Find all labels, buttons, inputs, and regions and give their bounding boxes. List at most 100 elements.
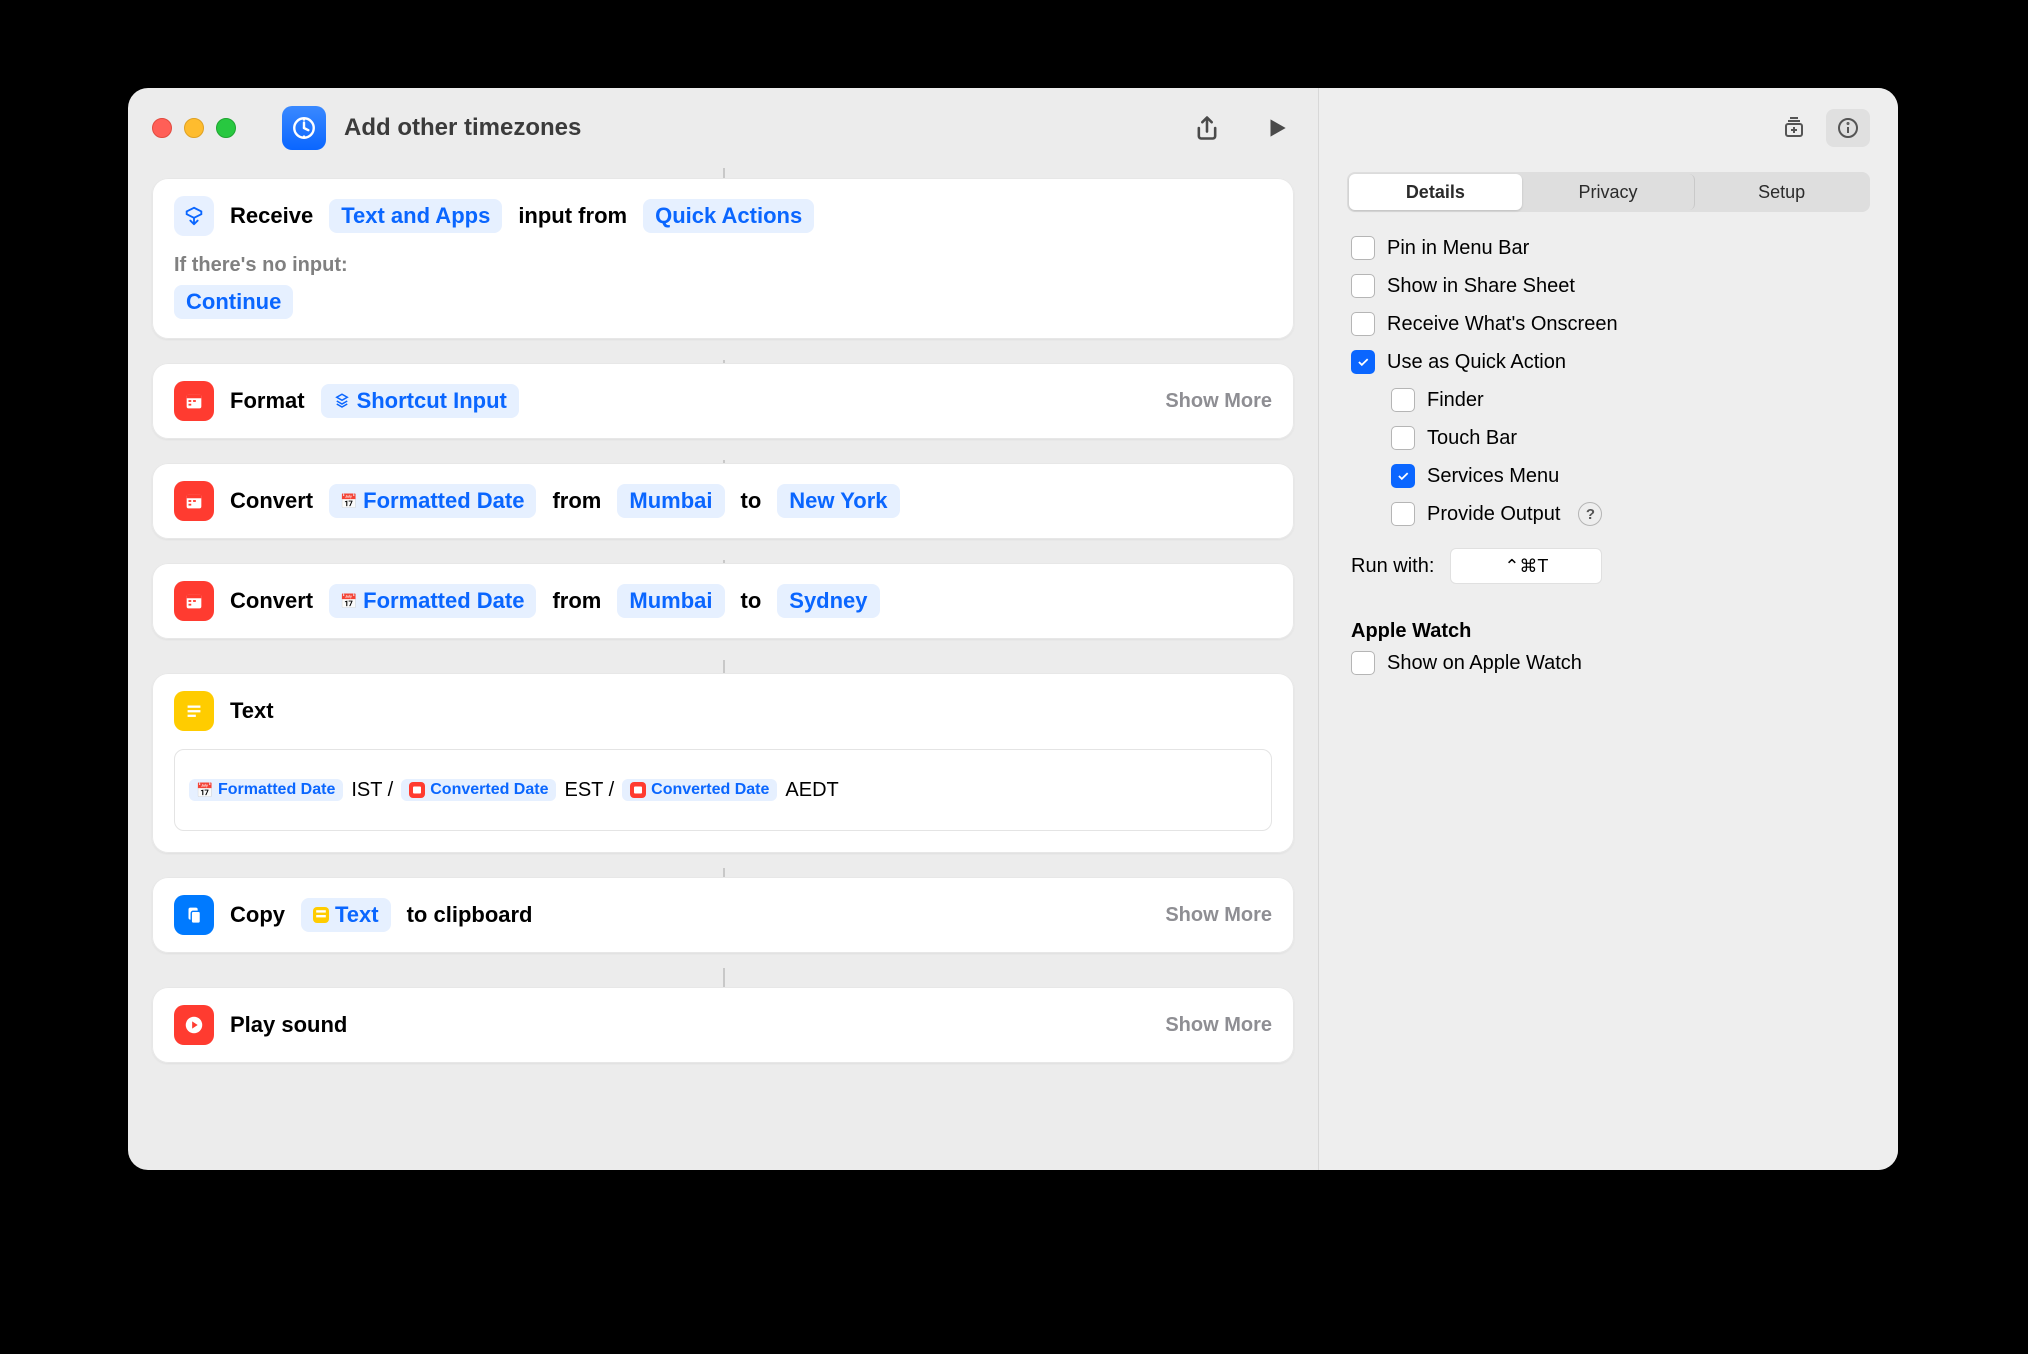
minimize-window-button[interactable]	[184, 118, 204, 138]
checkbox[interactable]	[1351, 274, 1375, 298]
inspector-pane: Details Privacy Setup Pin in Menu Bar Sh…	[1319, 88, 1898, 1170]
receive-verb: Receive	[230, 203, 313, 229]
checkbox[interactable]	[1351, 312, 1375, 336]
option-label: Receive What's Onscreen	[1387, 313, 1618, 336]
tab-privacy[interactable]: Privacy	[1522, 174, 1696, 210]
from-label: from	[552, 588, 601, 614]
zoom-window-button[interactable]	[216, 118, 236, 138]
show-more-link[interactable]: Show More	[1165, 390, 1272, 413]
option-label: Pin in Menu Bar	[1387, 237, 1529, 260]
receive-action-card[interactable]: Receive Text and Apps input from Quick A…	[152, 178, 1294, 339]
receive-mid-label: input from	[518, 203, 627, 229]
close-window-button[interactable]	[152, 118, 172, 138]
checkbox[interactable]	[1351, 350, 1375, 374]
copy-input-token[interactable]: Text	[301, 898, 391, 932]
run-with-label: Run with:	[1351, 555, 1434, 578]
option-touchbar[interactable]: Touch Bar	[1351, 426, 1866, 450]
text-action-card[interactable]: Text 📅 Formatted Date IST / Converted Da…	[152, 673, 1294, 853]
noinput-action-token[interactable]: Continue	[174, 285, 293, 319]
checkbox[interactable]	[1351, 651, 1375, 675]
receive-source-token[interactable]: Quick Actions	[643, 199, 814, 233]
library-button[interactable]	[1772, 109, 1816, 147]
format-input-token[interactable]: Shortcut Input	[321, 384, 519, 418]
option-label: Use as Quick Action	[1387, 351, 1566, 374]
apple-watch-section-header: Apple Watch	[1319, 592, 1898, 651]
toolbar-right	[1190, 111, 1294, 145]
titlebar: Add other timezones	[128, 88, 1318, 168]
option-quick-action[interactable]: Use as Quick Action	[1351, 350, 1866, 374]
option-label: Show in Share Sheet	[1387, 275, 1575, 298]
format-action-card[interactable]: Format Shortcut Input Show More	[152, 363, 1294, 439]
text-icon	[174, 691, 214, 731]
copy-suffix: to clipboard	[407, 902, 533, 928]
text-verb: Text	[230, 698, 274, 724]
tab-details[interactable]: Details	[1349, 174, 1522, 210]
run-button[interactable]	[1260, 111, 1294, 145]
details-options: Pin in Menu Bar Show in Share Sheet Rece…	[1319, 230, 1898, 532]
convert-date-token[interactable]: 📅 Formatted Date	[329, 484, 536, 518]
option-services-menu[interactable]: Services Menu	[1351, 464, 1866, 488]
option-label: Finder	[1427, 389, 1484, 412]
share-button[interactable]	[1190, 111, 1224, 145]
inspector-tabs: Details Privacy Setup	[1347, 172, 1870, 212]
shortcuts-editor-window: Add other timezones Receive	[128, 88, 1898, 1170]
to-city-token[interactable]: Sydney	[777, 584, 879, 618]
option-label: Services Menu	[1427, 465, 1559, 488]
checkbox[interactable]	[1391, 464, 1415, 488]
from-city-token[interactable]: Mumbai	[617, 584, 724, 618]
option-share-sheet[interactable]: Show in Share Sheet	[1351, 274, 1866, 298]
to-city-token[interactable]: New York	[777, 484, 899, 518]
help-button[interactable]: ?	[1578, 502, 1602, 526]
inspector-toolbar	[1319, 88, 1898, 168]
convert-verb: Convert	[230, 588, 313, 614]
info-button[interactable]	[1826, 109, 1870, 147]
noinput-label: If there's no input:	[152, 254, 1294, 281]
variable-token[interactable]: 📅 Formatted Date	[189, 779, 343, 801]
convert-verb: Convert	[230, 488, 313, 514]
calendar-icon	[174, 381, 214, 421]
receive-icon	[174, 196, 214, 236]
play-sound-verb: Play sound	[230, 1012, 347, 1038]
checkbox[interactable]	[1351, 236, 1375, 260]
clipboard-icon	[174, 895, 214, 935]
from-label: from	[552, 488, 601, 514]
checkbox[interactable]	[1391, 502, 1415, 526]
tab-setup[interactable]: Setup	[1695, 174, 1868, 210]
text-literal: IST /	[351, 779, 393, 802]
option-label: Provide Output	[1427, 503, 1560, 526]
receive-types-token[interactable]: Text and Apps	[329, 199, 502, 233]
convert-action-card-2[interactable]: Convert 📅 Formatted Date from Mumbai to …	[152, 563, 1294, 639]
from-city-token[interactable]: Mumbai	[617, 484, 724, 518]
text-literal: EST /	[564, 779, 614, 802]
run-with-row: Run with: ⌃⌘T	[1319, 532, 1898, 592]
hotkey-field[interactable]: ⌃⌘T	[1450, 548, 1602, 584]
option-show-on-watch[interactable]: Show on Apple Watch	[1351, 651, 1866, 675]
text-content-field[interactable]: 📅 Formatted Date IST / Converted Date ES…	[174, 749, 1272, 831]
show-more-link[interactable]: Show More	[1165, 1014, 1272, 1037]
variable-token[interactable]: Converted Date	[622, 779, 777, 801]
play-sound-action-card[interactable]: Play sound Show More	[152, 987, 1294, 1063]
option-provide-output[interactable]: Provide Output ?	[1351, 502, 1866, 526]
show-more-link[interactable]: Show More	[1165, 904, 1272, 927]
calendar-icon	[174, 581, 214, 621]
shortcut-icon	[282, 106, 326, 150]
calendar-icon	[174, 481, 214, 521]
convert-action-card-1[interactable]: Convert 📅 Formatted Date from Mumbai to …	[152, 463, 1294, 539]
variable-token[interactable]: Converted Date	[401, 779, 556, 801]
shortcut-title[interactable]: Add other timezones	[344, 114, 581, 142]
option-finder[interactable]: Finder	[1351, 388, 1866, 412]
window-controls	[152, 118, 236, 138]
copy-action-card[interactable]: Copy Text to clipboard Show More	[152, 877, 1294, 953]
copy-verb: Copy	[230, 902, 285, 928]
checkbox[interactable]	[1391, 426, 1415, 450]
text-literal: AEDT	[785, 779, 838, 802]
option-label: Show on Apple Watch	[1387, 652, 1582, 675]
option-receive-onscreen[interactable]: Receive What's Onscreen	[1351, 312, 1866, 336]
main-pane: Add other timezones Receive	[128, 88, 1319, 1170]
convert-date-token[interactable]: 📅 Formatted Date	[329, 584, 536, 618]
format-verb: Format	[230, 388, 305, 414]
to-label: to	[741, 588, 762, 614]
option-pin-menubar[interactable]: Pin in Menu Bar	[1351, 236, 1866, 260]
workflow-canvas: Receive Text and Apps input from Quick A…	[128, 168, 1318, 1087]
checkbox[interactable]	[1391, 388, 1415, 412]
